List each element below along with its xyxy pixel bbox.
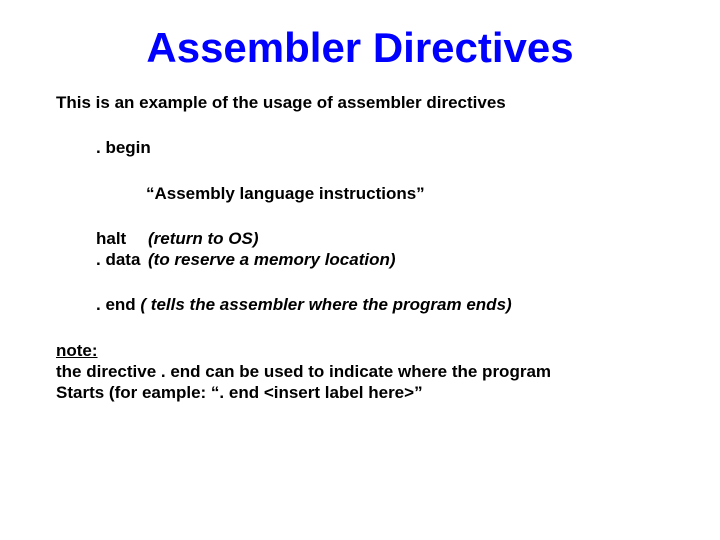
intro-text: This is an example of the usage of assem…: [56, 92, 680, 113]
directive-data: . data (to reserve a memory location): [96, 249, 680, 270]
directive-begin: . begin: [96, 137, 680, 158]
assembly-instructions-placeholder: “Assembly language instructions”: [146, 183, 680, 204]
directive-end: . end ( tells the assembler where the pr…: [96, 294, 680, 315]
halt-description: (return to OS): [148, 228, 259, 249]
directive-halt: halt (return to OS): [96, 228, 680, 249]
note-label: note:: [56, 341, 98, 360]
slide-title: Assembler Directives: [0, 0, 720, 82]
note-block: note: the directive . end can be used to…: [56, 340, 680, 404]
data-description: (to reserve a memory location): [148, 249, 396, 270]
end-description: ( tells the assembler where the program …: [140, 295, 511, 314]
data-label: . data: [96, 249, 148, 270]
end-label: . end: [96, 295, 136, 314]
slide-body: This is an example of the usage of assem…: [0, 92, 720, 403]
slide: Assembler Directives This is an example …: [0, 0, 720, 540]
halt-label: halt: [96, 228, 148, 249]
note-line-1: the directive . end can be used to indic…: [56, 361, 680, 382]
note-line-2: Starts (for eample: “. end <insert label…: [56, 382, 680, 403]
